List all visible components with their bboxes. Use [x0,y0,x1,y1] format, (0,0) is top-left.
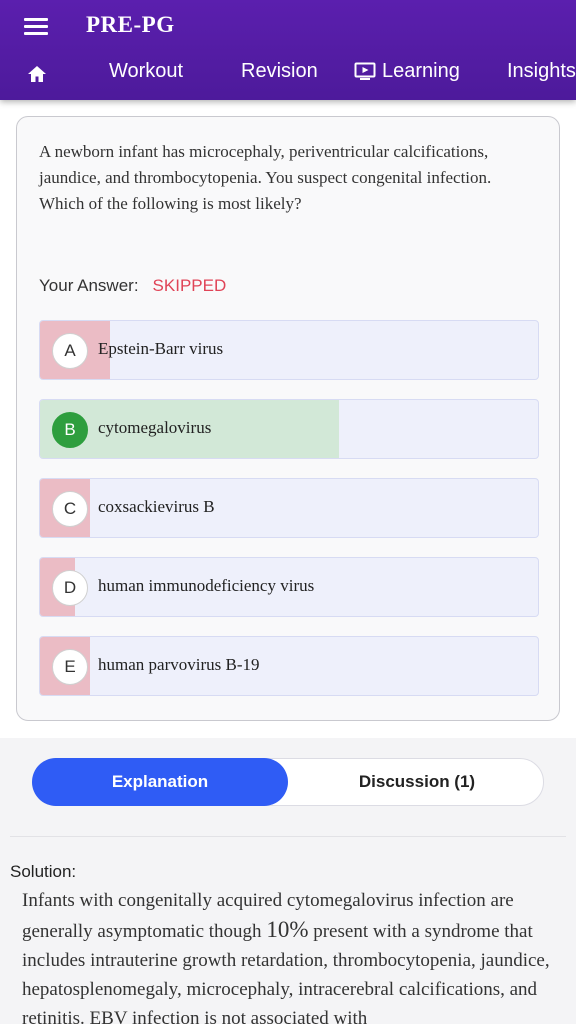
your-answer-line: Your Answer: SKIPPED [39,276,226,296]
option-e-letter: E [52,649,88,685]
option-b[interactable]: B cytomegalovirus [39,399,539,459]
option-c-text: coxsackievirus B [98,497,215,516]
nav-item-learning[interactable]: Learning [354,60,460,83]
nav-bar: Workout Revision Learning Insights [0,50,576,96]
divider [10,836,566,837]
menu-icon[interactable] [24,16,50,38]
explanation-section: Explanation Discussion (1) Solution: Inf… [0,738,576,1024]
option-c-letter: C [52,491,88,527]
question-text: A newborn infant has microcephaly, periv… [39,142,492,213]
option-e-text: human parvovirus B-19 [98,655,260,674]
option-d[interactable]: D human immunodeficiency virus [39,557,539,617]
nav-item-revision[interactable]: Revision [241,60,318,83]
option-e[interactable]: E human parvovirus B-19 [39,636,539,696]
nav-item-learning-label: Learning [382,60,460,82]
option-b-text: cytomegalovirus [98,418,212,437]
option-d-letter: D [52,570,88,606]
nav-item-insights[interactable]: Insights [507,60,576,83]
solution-label: Solution: [10,862,77,881]
explanation-tabs: Explanation Discussion (1) [32,758,544,806]
video-play-icon [354,62,376,80]
app-bar: PRE-PG Workout Revision Learning Insight… [0,0,576,100]
question-card: A newborn infant has microcephaly, periv… [16,116,560,721]
option-d-text: human immunodeficiency virus [98,576,315,595]
solution-text: Infants with congenitally acquired cytom… [22,886,568,1024]
tab-discussion[interactable]: Discussion (1) [289,758,545,806]
option-b-letter: B [52,412,88,448]
option-c[interactable]: C coxsackievirus B [39,478,539,538]
option-a-letter: A [52,333,88,369]
option-a[interactable]: A Epstein-Barr virus [39,320,539,380]
option-a-text: Epstein-Barr virus [98,339,224,358]
your-answer-value: SKIPPED [152,276,227,295]
nav-item-workout[interactable]: Workout [109,60,183,83]
your-answer-label: Your Answer: [39,276,139,295]
solution-percent: 10% [266,917,309,942]
tab-explanation[interactable]: Explanation [32,758,288,806]
app-title: PRE-PG [86,12,175,37]
